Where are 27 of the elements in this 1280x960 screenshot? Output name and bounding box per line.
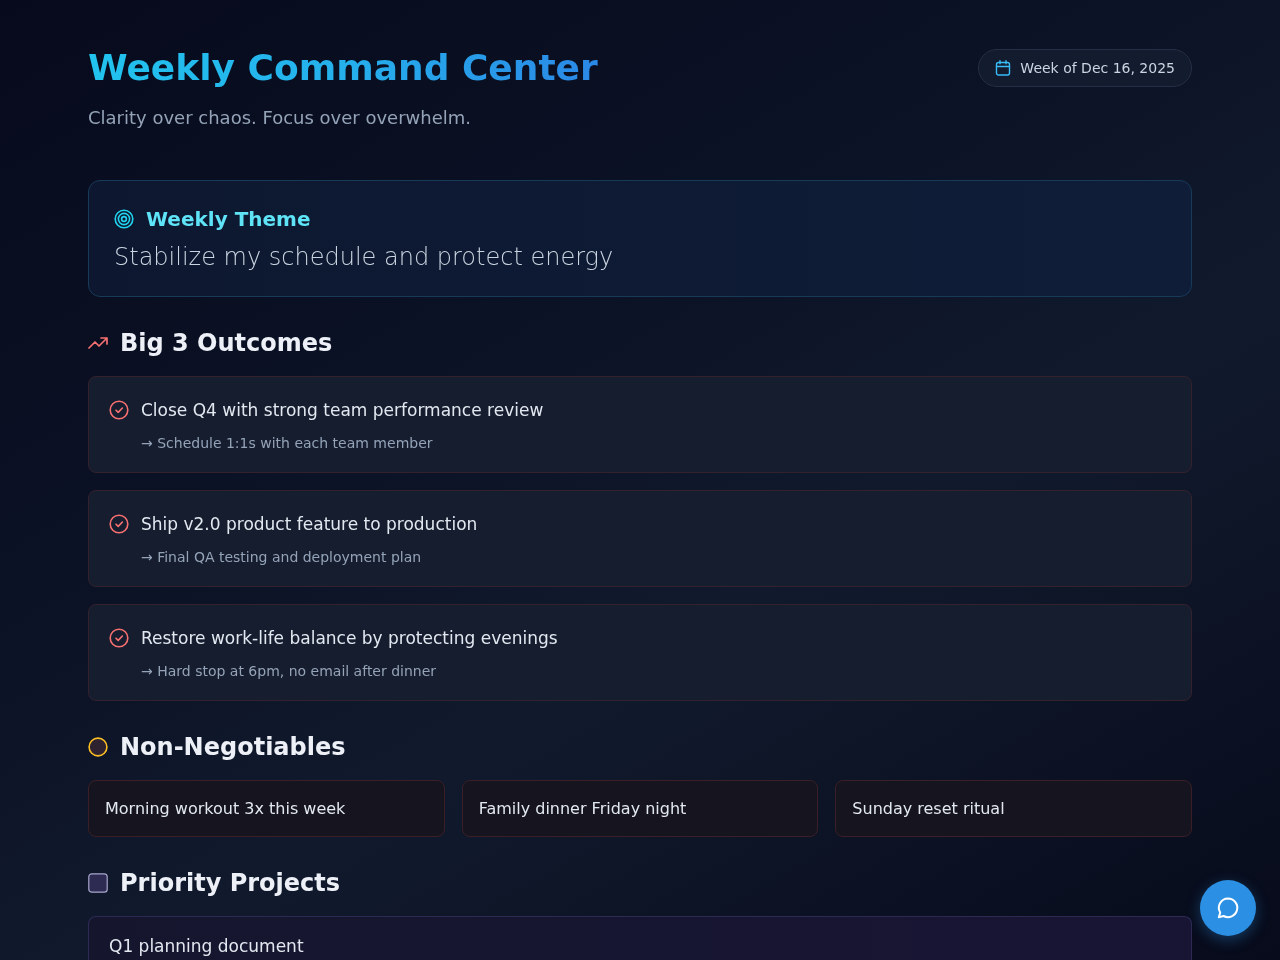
theme-statement: Stabilize my schedule and protect energy <box>114 242 615 273</box>
trending-up-icon <box>88 337 108 349</box>
check-circle-icon <box>109 400 129 420</box>
outcome-title: Restore work-life balance by protecting evenings <box>141 627 558 650</box>
chat-bubble-icon <box>1216 896 1240 920</box>
check-circle-icon <box>109 514 129 534</box>
project-title: Q1 planning document <box>109 936 304 956</box>
outcome-next-step: → Final QA testing and deployment plan <box>141 547 422 567</box>
week-label: Week of Dec 16, 2025 <box>1020 60 1175 76</box>
outcome-title: Ship v2.0 product feature to production <box>141 513 478 536</box>
non-negotiable-card: Family dinner Friday night <box>461 780 819 837</box>
check-circle-icon <box>109 628 129 648</box>
section-heading: Priority Projects <box>120 868 341 899</box>
target-icon <box>114 209 134 229</box>
outcome-title: Close Q4 with strong team performance review <box>141 399 544 422</box>
non-negotiable-card: Morning workout 3x this week <box>88 780 445 837</box>
page-subtitle: Clarity over chaos. Focus over overwhelm. <box>88 106 472 130</box>
circle-icon <box>88 737 108 757</box>
outcome-next-step: → Schedule 1:1s with each team member <box>141 433 433 453</box>
section-heading: Big 3 Outcomes <box>120 328 333 359</box>
calendar-icon <box>995 60 1012 76</box>
square-icon <box>88 873 108 893</box>
theme-heading: Weekly Theme <box>146 207 311 231</box>
non-negotiable-card: Sunday reset ritual <box>835 780 1192 837</box>
section-heading: Non-Negotiables <box>120 732 346 763</box>
chat-button[interactable] <box>1200 880 1256 936</box>
outcome-next-step: → Hard stop at 6pm, no email after dinner <box>141 661 437 681</box>
